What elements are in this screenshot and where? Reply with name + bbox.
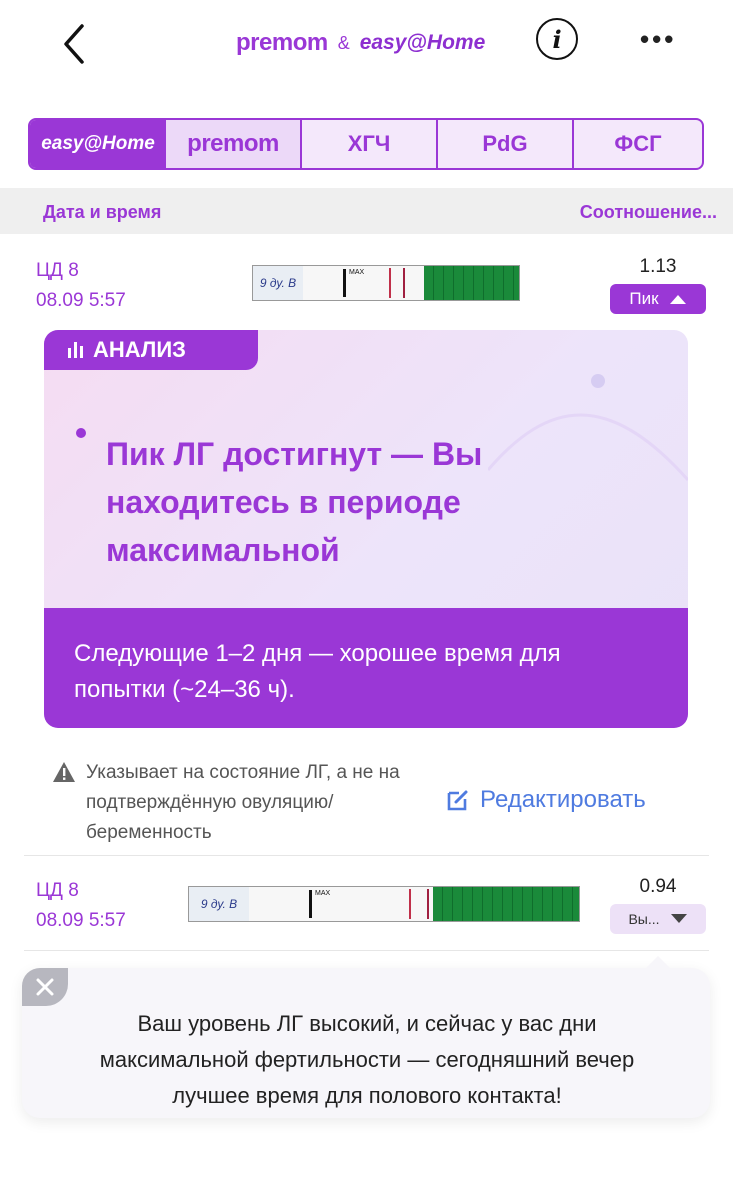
ratio-value: 0.94	[639, 876, 677, 897]
edit-icon	[447, 790, 468, 811]
analysis-advice: Следующие 1–2 дня — хорошее время для по…	[74, 640, 561, 703]
test-type-tabs: easy@Home premom ХГЧ PdG ФСГ	[28, 118, 704, 170]
back-button[interactable]	[56, 22, 96, 66]
chart-bars-icon	[68, 342, 83, 358]
strip-handle	[433, 887, 579, 921]
chevron-down-icon	[670, 914, 687, 923]
close-icon	[36, 978, 54, 996]
tip-text: Ваш уровень ЛГ высокий, и сейчас у вас д…	[99, 1011, 635, 1108]
info-icon: i	[552, 24, 562, 54]
test-strip-image[interactable]: 9 ду. В MAX	[252, 265, 520, 301]
easyhome-logo: easy@Home	[359, 31, 486, 54]
brand-logos: premom & easy@Home	[236, 26, 485, 60]
premom-logo: premom	[236, 29, 328, 56]
more-icon: •••	[640, 24, 677, 54]
brand-ampersand: &	[337, 32, 350, 53]
analysis-headline: Пик ЛГ достигнут — Вы находитесь в перио…	[106, 436, 483, 568]
disclaimer-text: Указывает на состояние ЛГ, а не на подтв…	[86, 762, 400, 843]
entry-row[interactable]: ЦД 8 08.09 5:57	[36, 256, 126, 316]
analysis-card: АНАЛИЗ Пик ЛГ достигнут — Вы находитесь …	[44, 330, 688, 728]
chevron-left-icon	[64, 24, 84, 64]
test-strip-image[interactable]: 9 ду. В MAX	[188, 886, 580, 922]
edit-button[interactable]: Редактировать	[446, 786, 646, 814]
edit-label: Редактировать	[480, 786, 646, 813]
analysis-advice-panel: Следующие 1–2 дня — хорошее время для по…	[44, 608, 688, 728]
strip-max-marker: MAX	[309, 890, 330, 918]
chevron-up-icon	[669, 295, 686, 304]
tab-hcg[interactable]: ХГЧ	[300, 120, 436, 168]
cycle-day: ЦД 8	[36, 260, 79, 281]
bullet-dot	[76, 428, 86, 438]
strip-handwriting: 9 ду. В	[189, 887, 249, 921]
divider	[24, 950, 709, 951]
analysis-tag: АНАЛИЗ	[44, 330, 258, 370]
entry-datetime: 08.09 5:57	[36, 910, 126, 931]
strip-handle	[424, 266, 519, 300]
divider	[24, 855, 709, 856]
tab-pdg[interactable]: PdG	[436, 120, 572, 168]
more-menu-button[interactable]: •••	[640, 24, 676, 55]
strip-handwriting: 9 ду. В	[253, 266, 303, 300]
tab-easyhome[interactable]: easy@Home	[30, 120, 166, 168]
analysis-tag-label: АНАЛИЗ	[93, 337, 186, 362]
column-ratio[interactable]: Соотношение...	[580, 202, 717, 223]
entry-datetime: 08.09 5:57	[36, 290, 126, 311]
warning-icon	[53, 762, 75, 782]
info-button[interactable]: i	[536, 18, 578, 60]
disclaimer: Указывает на состояние ЛГ, а не на подтв…	[52, 758, 432, 848]
column-datetime[interactable]: Дата и время	[43, 202, 161, 223]
cycle-day: ЦД 8	[36, 880, 79, 901]
strip-line	[389, 268, 391, 298]
table-header: Дата и время Соотношение...	[0, 188, 733, 234]
strip-body: MAX	[303, 266, 424, 300]
strip-line	[403, 268, 405, 298]
tab-premom[interactable]: premom	[166, 120, 300, 168]
strip-line	[427, 889, 429, 919]
strip-max-marker: MAX	[343, 269, 364, 297]
strip-body: MAX	[249, 887, 433, 921]
tip-popup: Ваш уровень ЛГ высокий, и сейчас у вас д…	[22, 956, 710, 1118]
status-badge[interactable]: Пик	[610, 284, 706, 314]
entry-row[interactable]: ЦД 8 08.09 5:57	[36, 876, 126, 936]
strip-line	[409, 889, 411, 919]
ratio-value: 1.13	[639, 256, 677, 277]
badge-label: Вы...	[628, 911, 660, 927]
status-badge[interactable]: Вы...	[610, 904, 706, 934]
badge-label: Пик	[629, 289, 659, 308]
tab-fsh[interactable]: ФСГ	[572, 120, 702, 168]
